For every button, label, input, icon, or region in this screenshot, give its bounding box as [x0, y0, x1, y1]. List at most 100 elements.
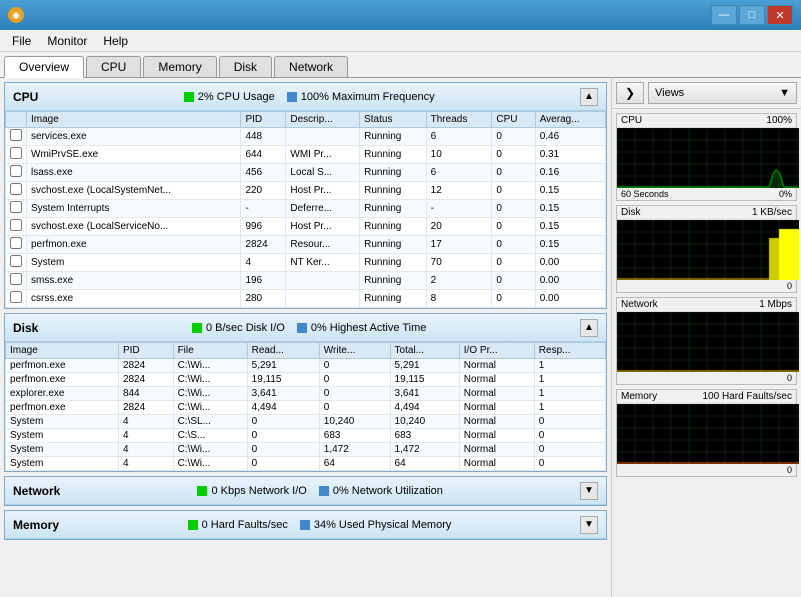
disk-col-write[interactable]: Write... [319, 343, 390, 359]
memory-graph: Memory 100 Hard Faults/sec 0 [616, 389, 797, 477]
table-row[interactable]: System 4 NT Ker... Running 70 0 0.00 [6, 254, 606, 272]
table-row[interactable]: perfmon.exe 2824 C:\Wi... 5,291 0 5,291 … [6, 359, 606, 373]
cpu-graph-footer-right: 0% [779, 189, 792, 199]
memory-graph-footer-right: 0 [787, 465, 792, 475]
disk-collapse-btn[interactable]: ▲ [580, 319, 598, 337]
memory-section-header[interactable]: Memory 0 Hard Faults/sec 34% Used Physic… [5, 511, 606, 539]
network-stat-text-2: 0% Network Utilization [333, 485, 443, 497]
network-graph-metric: 1 Mbps [759, 299, 792, 310]
tab-bar: Overview CPU Memory Disk Network [0, 52, 801, 78]
cpu-stat-dot-2 [287, 92, 297, 102]
network-section: Network 0 Kbps Network I/O 0% Network Ut… [4, 476, 607, 506]
disk-stat-dot-2 [297, 323, 307, 333]
disk-graph-title: Disk [621, 207, 640, 218]
memory-collapse-btn[interactable]: ▼ [580, 516, 598, 534]
cpu-graph: CPU 100% 60 Seconds 0% [616, 113, 797, 201]
disk-graph-footer-right: 0 [787, 281, 792, 291]
memory-section: Memory 0 Hard Faults/sec 34% Used Physic… [4, 510, 607, 540]
disk-col-total[interactable]: Total... [390, 343, 459, 359]
table-row[interactable]: perfmon.exe 2824 Resour... Running 17 0 … [6, 236, 606, 254]
table-row[interactable]: svchost.exe (LocalSystemNet... 220 Host … [6, 182, 606, 200]
tab-cpu[interactable]: CPU [86, 56, 141, 77]
memory-graph-metric: 100 Hard Faults/sec [703, 391, 793, 402]
cpu-stat-text-2: 100% Maximum Frequency [301, 91, 435, 103]
minimize-button[interactable]: — [711, 5, 737, 25]
disk-col-resp[interactable]: Resp... [534, 343, 605, 359]
disk-col-read[interactable]: Read... [247, 343, 319, 359]
cpu-col-threads[interactable]: Threads [426, 112, 492, 128]
network-section-title: Network [13, 484, 60, 498]
table-row[interactable]: services.exe 448 Running 6 0 0.46 [6, 128, 606, 146]
menu-monitor[interactable]: Monitor [39, 32, 95, 50]
cpu-col-pid[interactable]: PID [241, 112, 286, 128]
table-row[interactable]: explorer.exe 844 C:\Wi... 3,641 0 3,641 … [6, 387, 606, 401]
expand-button[interactable]: ❯ [616, 82, 644, 104]
cpu-graph-metric: 100% [766, 115, 792, 126]
disk-stat-text-1: 0 B/sec Disk I/O [206, 322, 285, 334]
table-row[interactable]: System 4 C:\Wi... 0 1,472 1,472 Normal 0 [6, 443, 606, 457]
left-panel: CPU 2% CPU Usage 100% Maximum Frequency … [0, 78, 611, 597]
cpu-col-image[interactable]: Image [27, 112, 241, 128]
memory-stat-text-1: 0 Hard Faults/sec [202, 519, 288, 531]
cpu-col-check [6, 112, 27, 128]
network-collapse-btn[interactable]: ▼ [580, 482, 598, 500]
disk-table: Image PID File Read... Write... Total...… [5, 342, 606, 471]
table-row[interactable]: System Interrupts - Deferre... Running -… [6, 200, 606, 218]
disk-col-file[interactable]: File [173, 343, 247, 359]
disk-col-pid[interactable]: PID [118, 343, 173, 359]
tab-disk[interactable]: Disk [219, 56, 272, 77]
cpu-collapse-btn[interactable]: ▲ [580, 88, 598, 106]
memory-stat-dot-2 [300, 520, 310, 530]
table-row[interactable]: perfmon.exe 2824 C:\Wi... 19,115 0 19,11… [6, 373, 606, 387]
views-button[interactable]: Views ▼ [648, 82, 797, 104]
disk-graph-metric: 1 KB/sec [752, 207, 792, 218]
disk-stat-text-2: 0% Highest Active Time [311, 322, 427, 334]
table-row[interactable]: csrss.exe 280 Running 8 0 0.00 [6, 290, 606, 308]
disk-col-iopri[interactable]: I/O Pr... [459, 343, 534, 359]
views-label: Views [655, 87, 684, 99]
disk-stat-dot-1 [192, 323, 202, 333]
table-row[interactable]: svchost.exe (LocalServiceNo... 996 Host … [6, 218, 606, 236]
network-stat-text-1: 0 Kbps Network I/O [211, 485, 306, 497]
network-graph-footer-right: 0 [787, 373, 792, 383]
table-row[interactable]: WmiPrvSE.exe 644 WMI Pr... Running 10 0 … [6, 146, 606, 164]
cpu-col-cpu[interactable]: CPU [492, 112, 535, 128]
cpu-section-header[interactable]: CPU 2% CPU Usage 100% Maximum Frequency … [5, 83, 606, 111]
tab-memory[interactable]: Memory [143, 56, 216, 77]
cpu-graph-title: CPU [621, 115, 642, 126]
cpu-section-title: CPU [13, 90, 38, 104]
disk-graph: Disk 1 KB/sec 0 [616, 205, 797, 293]
close-button[interactable]: ✕ [767, 5, 793, 25]
tab-network[interactable]: Network [274, 56, 348, 77]
cpu-section-body: Image PID Descrip... Status Threads CPU … [5, 111, 606, 308]
menu-help[interactable]: Help [95, 32, 136, 50]
table-row[interactable]: lsass.exe 456 Local S... Running 6 0 0.1… [6, 164, 606, 182]
maximize-button[interactable]: □ [739, 5, 765, 25]
menu-file[interactable]: File [4, 32, 39, 50]
cpu-stat-dot-1 [184, 92, 194, 102]
disk-col-image[interactable]: Image [6, 343, 119, 359]
network-graph: Network 1 Mbps 0 [616, 297, 797, 385]
table-row[interactable]: perfmon.exe 2824 C:\Wi... 4,494 0 4,494 … [6, 401, 606, 415]
table-row[interactable]: System 4 C:\SL... 0 10,240 10,240 Normal… [6, 415, 606, 429]
network-stat-dot-2 [319, 486, 329, 496]
tab-overview[interactable]: Overview [4, 56, 84, 78]
table-row[interactable]: System 4 C:\S... 0 683 683 Normal 0 [6, 429, 606, 443]
cpu-col-desc[interactable]: Descrip... [286, 112, 360, 128]
disk-section: Disk 0 B/sec Disk I/O 0% Highest Active … [4, 313, 607, 472]
cpu-col-status[interactable]: Status [360, 112, 427, 128]
disk-section-title: Disk [13, 321, 38, 335]
disk-section-header[interactable]: Disk 0 B/sec Disk I/O 0% Highest Active … [5, 314, 606, 342]
views-dropdown-icon: ▼ [779, 87, 790, 99]
network-section-header[interactable]: Network 0 Kbps Network I/O 0% Network Ut… [5, 477, 606, 505]
memory-graph-canvas [617, 404, 799, 464]
network-graph-title: Network [621, 299, 658, 310]
table-row[interactable]: System 4 C:\Wi... 0 64 64 Normal 0 [6, 457, 606, 471]
memory-stat-text-2: 34% Used Physical Memory [314, 519, 452, 531]
cpu-graph-footer-left: 60 Seconds [621, 189, 669, 199]
table-row[interactable]: smss.exe 196 Running 2 0 0.00 [6, 272, 606, 290]
network-graph-canvas [617, 312, 799, 372]
right-panel: ❯ Views ▼ CPU 100% 60 Seconds 0% [611, 78, 801, 597]
app-icon: ◉ [8, 7, 24, 23]
cpu-col-avg[interactable]: Averag... [535, 112, 605, 128]
